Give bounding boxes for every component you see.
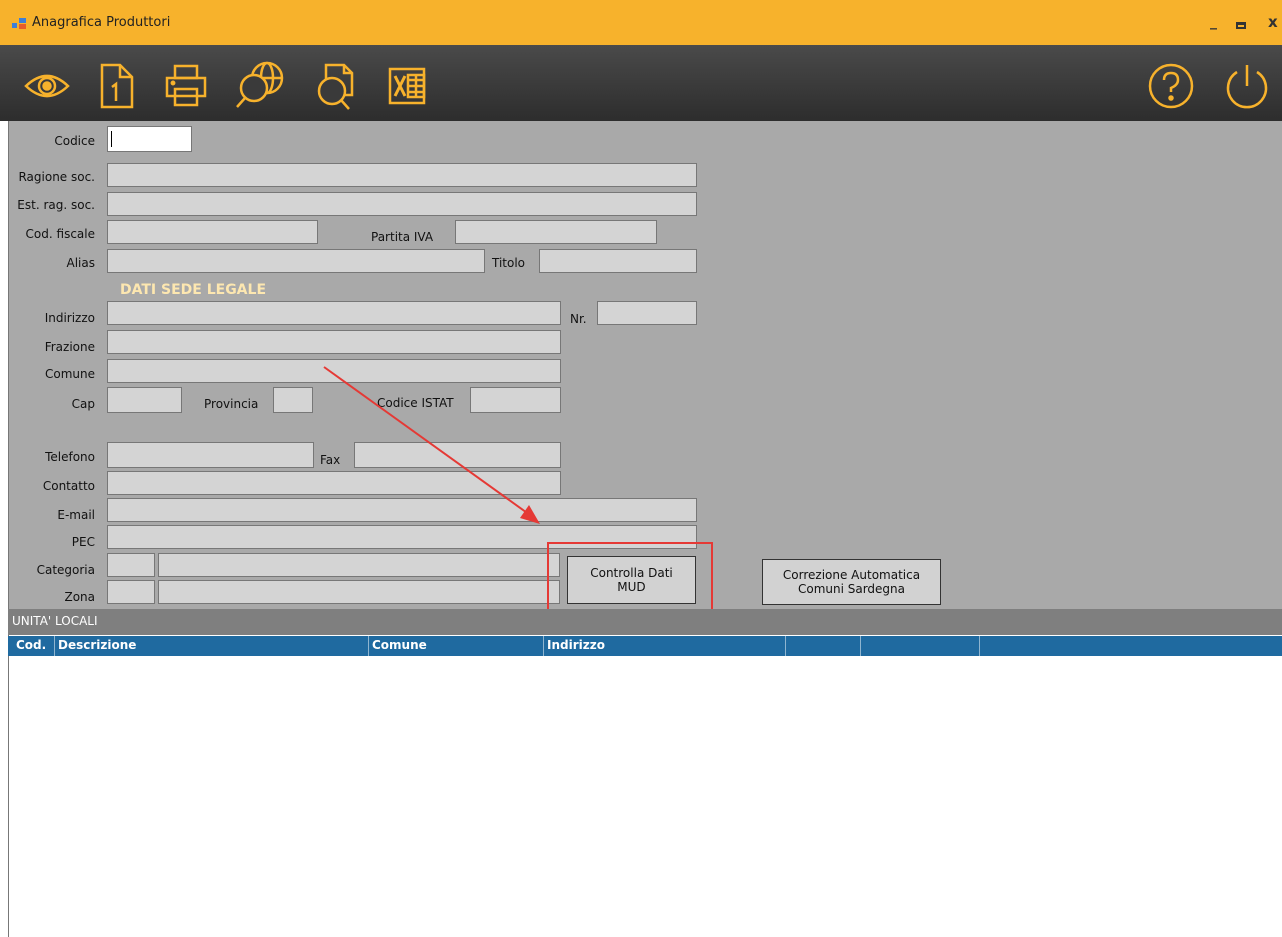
column-header-cod[interactable]: Cod. <box>16 638 46 652</box>
column-header-indirizzo[interactable]: Indirizzo <box>547 638 605 652</box>
column-separator <box>860 636 861 656</box>
annotation-arrowhead <box>520 505 540 524</box>
column-separator <box>368 636 369 656</box>
column-header-descrizione[interactable]: Descrizione <box>58 638 136 652</box>
column-separator <box>543 636 544 656</box>
unita-locali-grid[interactable] <box>9 656 1282 937</box>
column-separator <box>785 636 786 656</box>
unita-locali-bar <box>8 609 1282 635</box>
annotation-arrow <box>323 366 531 516</box>
grid-header <box>8 636 1282 656</box>
column-separator <box>54 636 55 656</box>
unita-locali-label: UNITA' LOCALI <box>12 614 98 628</box>
column-header-comune[interactable]: Comune <box>372 638 427 652</box>
column-separator <box>979 636 980 656</box>
